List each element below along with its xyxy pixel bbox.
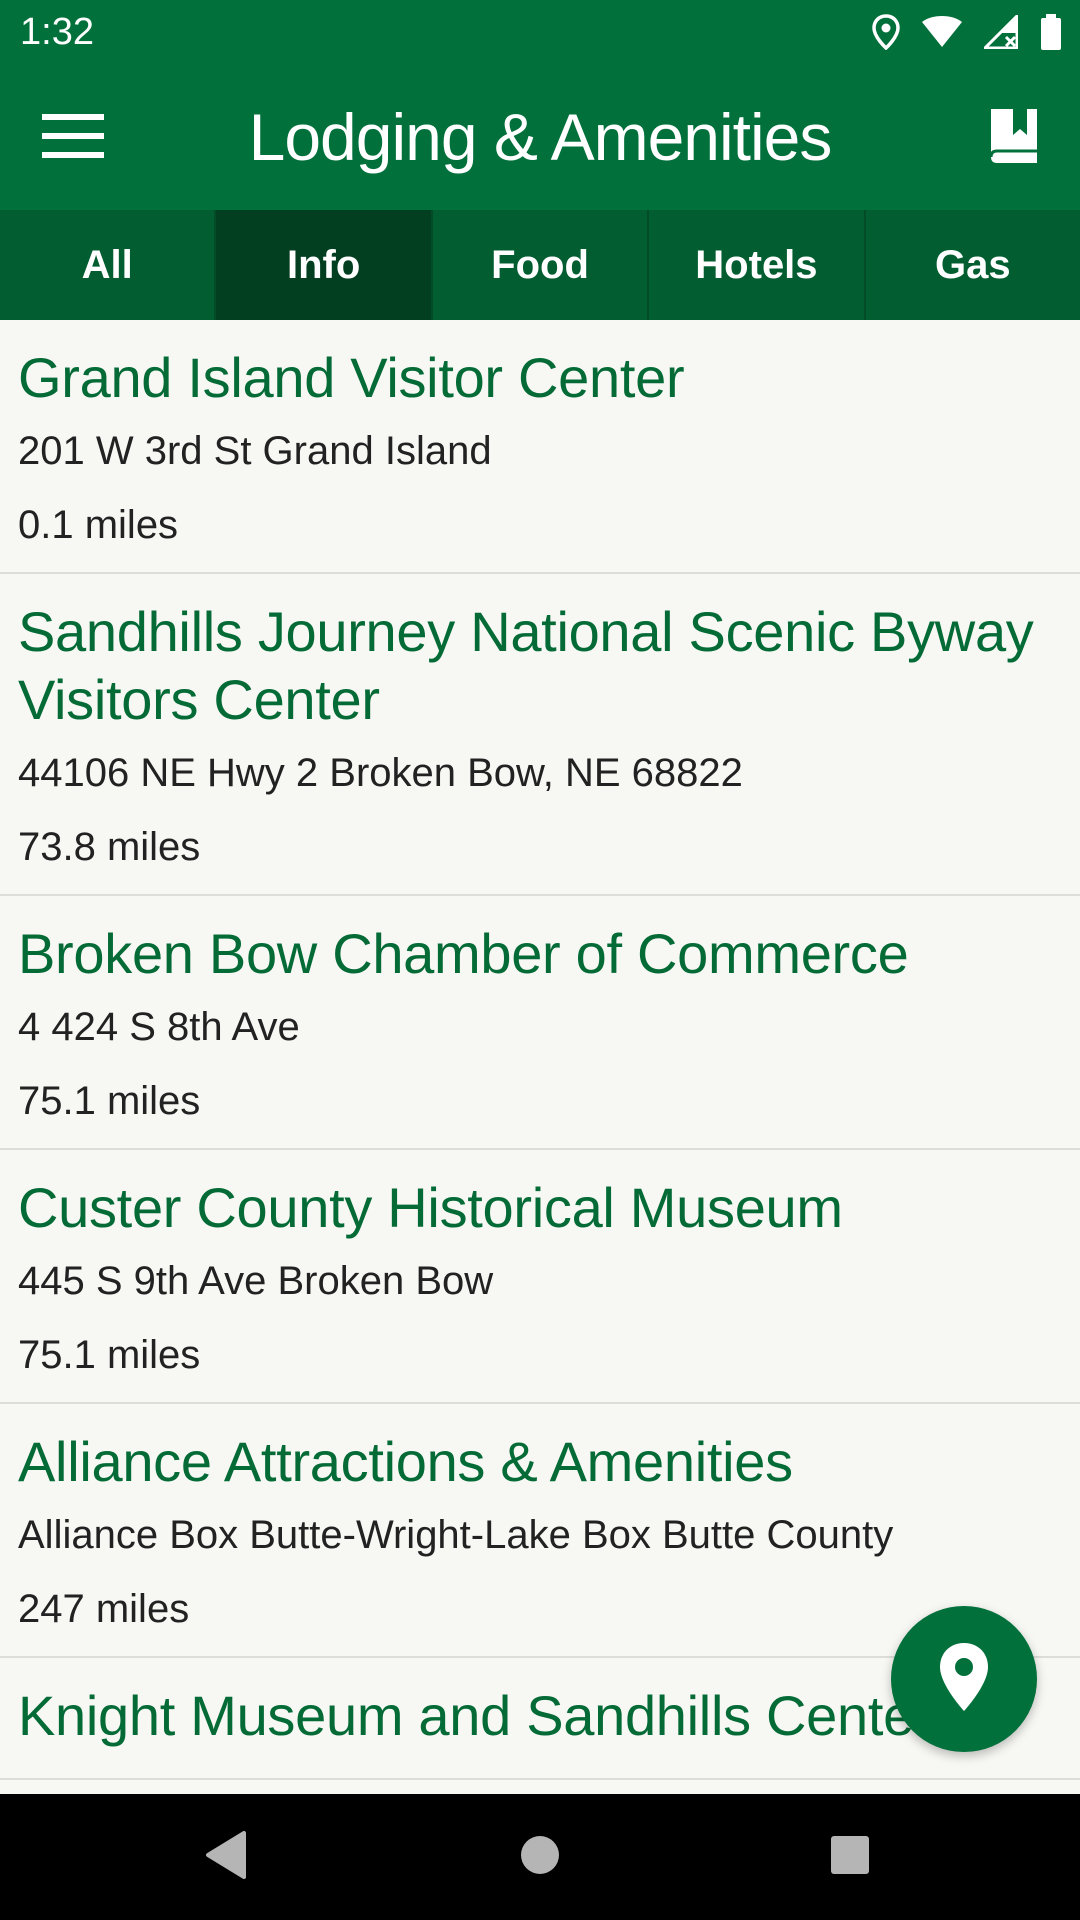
item-address: 201 W 3rd St Grand Island: [18, 429, 492, 473]
item-address: Alliance Box Butte-Wright-Lake Box Butte…: [18, 1513, 894, 1557]
list-item[interactable]: Sandhills Journey National Scenic Byway …: [0, 574, 1080, 896]
tab-gas[interactable]: Gas: [866, 210, 1080, 320]
back-icon: [204, 1830, 248, 1885]
tab-hotels[interactable]: Hotels: [649, 210, 866, 320]
status-icons: [872, 12, 1062, 52]
location-icon: [872, 14, 900, 50]
wifi-icon: [922, 16, 962, 48]
tab-info[interactable]: Info: [216, 210, 433, 320]
item-name: Broken Bow Chamber of Commerce: [18, 922, 909, 985]
map-pin-icon: [938, 1641, 990, 1718]
recents-icon: [829, 1834, 871, 1881]
item-address: 4 424 S 8th Ave: [18, 1005, 300, 1049]
list-item[interactable]: Grand Island Visitor Center 201 W 3rd St…: [0, 320, 1080, 574]
item-name: Grand Island Visitor Center: [18, 346, 685, 409]
status-bar: 1:32: [0, 0, 1080, 64]
item-name: Alliance Attractions & Amenities: [18, 1430, 793, 1493]
home-icon: [519, 1834, 561, 1881]
tab-food[interactable]: Food: [433, 210, 650, 320]
item-address: 44106 NE Hwy 2 Broken Bow, NE 68822: [18, 751, 743, 795]
item-distance: 0.1 miles: [18, 503, 179, 547]
signal-icon: [984, 15, 1018, 49]
item-distance: 247 miles: [18, 1587, 190, 1631]
menu-button[interactable]: [30, 102, 116, 174]
system-nav-bar: [0, 1794, 1080, 1920]
page-title: Lodging & Amenities: [248, 100, 833, 174]
status-time: 1:32: [20, 11, 94, 53]
map-fab-button[interactable]: [891, 1606, 1037, 1752]
item-name: Sandhills Journey National Scenic Byway …: [18, 600, 1034, 731]
tab-all[interactable]: All: [0, 210, 217, 320]
item-distance: 73.8 miles: [18, 825, 201, 869]
battery-icon: [1040, 14, 1062, 50]
list-item[interactable]: Broken Bow Chamber of Commerce 4 424 S 8…: [0, 896, 1080, 1150]
nav-back-button[interactable]: [186, 1824, 266, 1890]
app-bar: Lodging & Amenities: [0, 64, 1080, 210]
tab-bar: All Info Food Hotels Gas: [0, 210, 1080, 320]
list-item[interactable]: Alliance Attractions & Amenities Allianc…: [0, 1404, 1080, 1658]
hamburger-menu-icon: [42, 113, 104, 163]
item-address: 445 S 9th Ave Broken Bow: [18, 1259, 494, 1303]
item-name: Custer County Historical Museum: [18, 1176, 843, 1239]
screen: 1:32 Lodging & Amenities All Info Food H…: [0, 0, 1080, 1920]
item-distance: 75.1 miles: [18, 1333, 201, 1377]
bookmark-button[interactable]: [978, 102, 1050, 174]
nav-home-button[interactable]: [500, 1824, 580, 1890]
list-item[interactable]: Custer County Historical Museum 445 S 9t…: [0, 1150, 1080, 1404]
item-distance: 75.1 miles: [18, 1079, 201, 1123]
amenities-list: Grand Island Visitor Center 201 W 3rd St…: [0, 320, 1080, 1794]
bookmark-book-icon: [987, 105, 1041, 172]
nav-recents-button[interactable]: [810, 1824, 890, 1890]
